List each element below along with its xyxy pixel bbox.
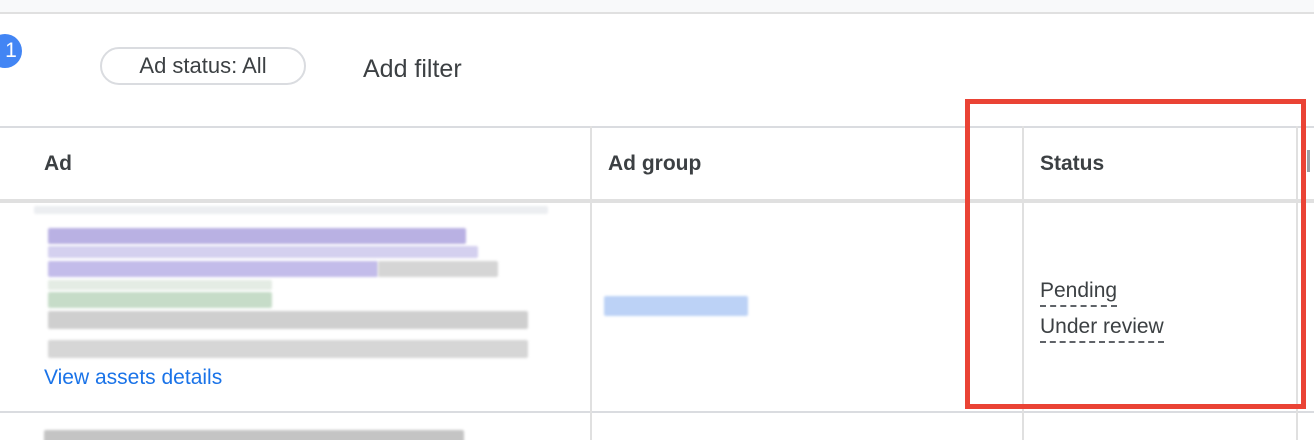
step-badge: 1 <box>0 34 22 68</box>
ad-status-filter-chip[interactable]: Ad status: All <box>100 47 306 85</box>
column-divider <box>590 126 592 440</box>
column-header-ad[interactable]: Ad <box>44 150 72 178</box>
ad-group-link-redacted[interactable] <box>604 296 748 316</box>
status-highlight-annotation <box>965 99 1306 409</box>
column-resize-handle[interactable] <box>1307 150 1310 172</box>
view-assets-details-link[interactable]: View assets details <box>44 364 222 392</box>
row-bottom-border <box>0 411 1314 413</box>
column-header-ad-group[interactable]: Ad group <box>608 150 701 178</box>
top-divider <box>0 0 1314 14</box>
add-filter-button[interactable]: Add filter <box>363 52 462 86</box>
next-row-redacted <box>44 430 464 440</box>
ads-page: 1 Ad status: All Add filter Ad Ad group … <box>0 0 1314 440</box>
